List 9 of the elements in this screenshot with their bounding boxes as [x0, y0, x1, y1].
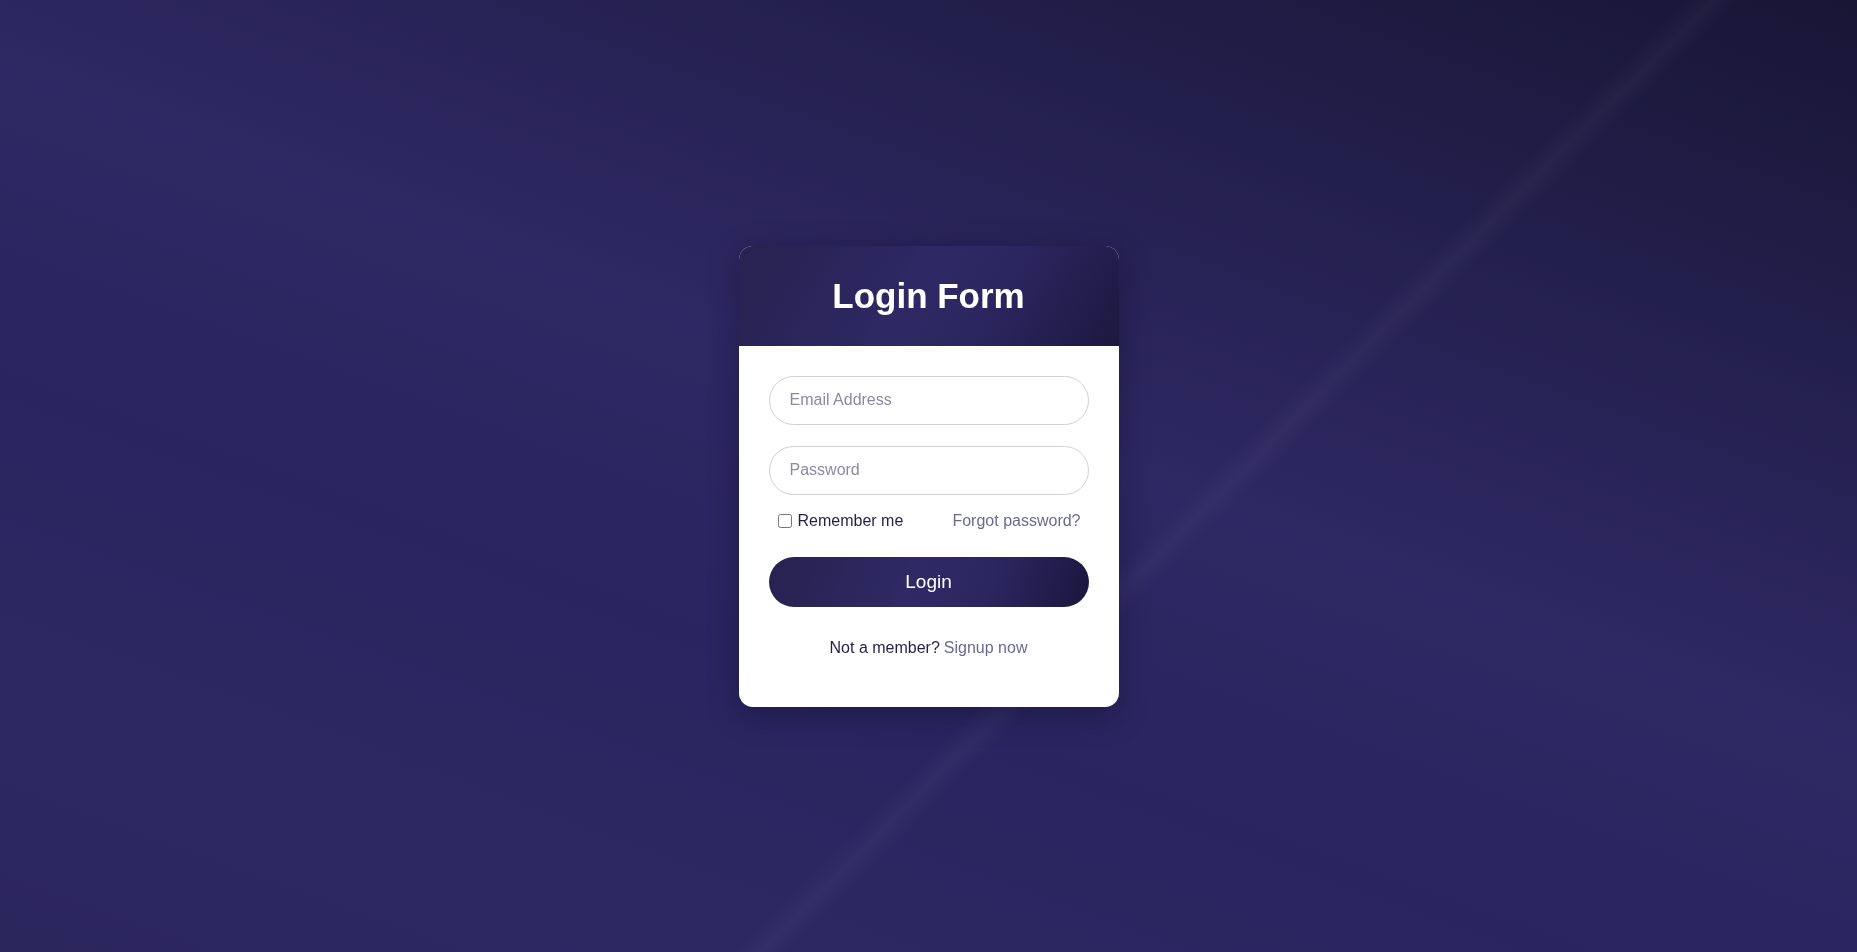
remember-label[interactable]: Remember me — [797, 511, 904, 530]
signup-prompt: Not a member? — [829, 638, 940, 656]
forgot-password-link[interactable]: Forgot password? — [952, 511, 1081, 530]
password-field[interactable]: Password — [768, 445, 1089, 495]
remember-checkbox[interactable] — [777, 513, 792, 528]
login-button[interactable]: Login — [768, 556, 1089, 607]
email-field[interactable]: Email Address — [768, 375, 1089, 425]
signup-link[interactable]: Signup now — [943, 638, 1028, 656]
form-title: Login Form — [832, 274, 1025, 317]
